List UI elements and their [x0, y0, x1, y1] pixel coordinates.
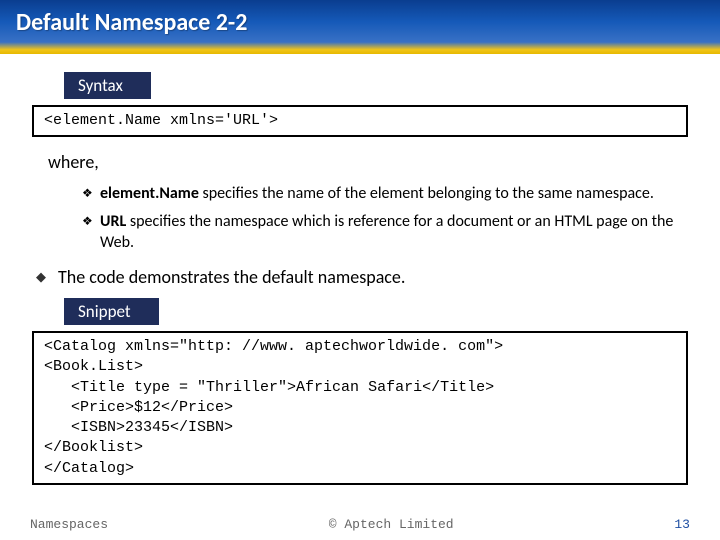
bullet-list: ❖ element.Name specifies the name of the…: [82, 183, 682, 254]
list-item: ❖ URL specifies the namespace which is r…: [82, 211, 682, 254]
bullet-rest: specifies the name of the element belong…: [199, 184, 654, 203]
snippet-code-box: <Catalog xmlns="http: //www. aptechworld…: [32, 331, 688, 485]
footer-left: Namespaces: [30, 517, 108, 532]
bullet-text: URL specifies the namespace which is ref…: [100, 211, 682, 254]
where-label: where,: [48, 151, 692, 173]
title-bar: Default Namespace 2-2: [0, 0, 720, 54]
snippet-label: Snippet: [64, 298, 159, 325]
bullet-text: element.Name specifies the name of the e…: [100, 183, 682, 205]
page-number: 13: [674, 517, 690, 532]
bullet-rest: specifies the namespace which is referen…: [100, 212, 673, 253]
footer-center: © Aptech Limited: [329, 517, 454, 532]
bullet-bold: element.Name: [100, 184, 199, 203]
bullet-bold: URL: [100, 212, 126, 231]
slide: Default Namespace 2-2 Syntax <element.Na…: [0, 0, 720, 540]
bullet-icon: ◆: [36, 266, 58, 288]
list-item: ❖ element.Name specifies the name of the…: [82, 183, 682, 205]
bullet-icon: ❖: [82, 183, 100, 205]
bullet-icon: ❖: [82, 211, 100, 254]
slide-body: Syntax <element.Name xmlns='URL'> where,…: [0, 54, 720, 485]
main-text: The code demonstrates the default namesp…: [58, 266, 405, 288]
footer: Namespaces © Aptech Limited 13: [0, 517, 720, 532]
syntax-code-box: <element.Name xmlns='URL'>: [32, 105, 688, 137]
syntax-label: Syntax: [64, 72, 151, 99]
slide-title: Default Namespace 2-2: [16, 8, 704, 37]
main-bullet: ◆ The code demonstrates the default name…: [36, 266, 692, 288]
